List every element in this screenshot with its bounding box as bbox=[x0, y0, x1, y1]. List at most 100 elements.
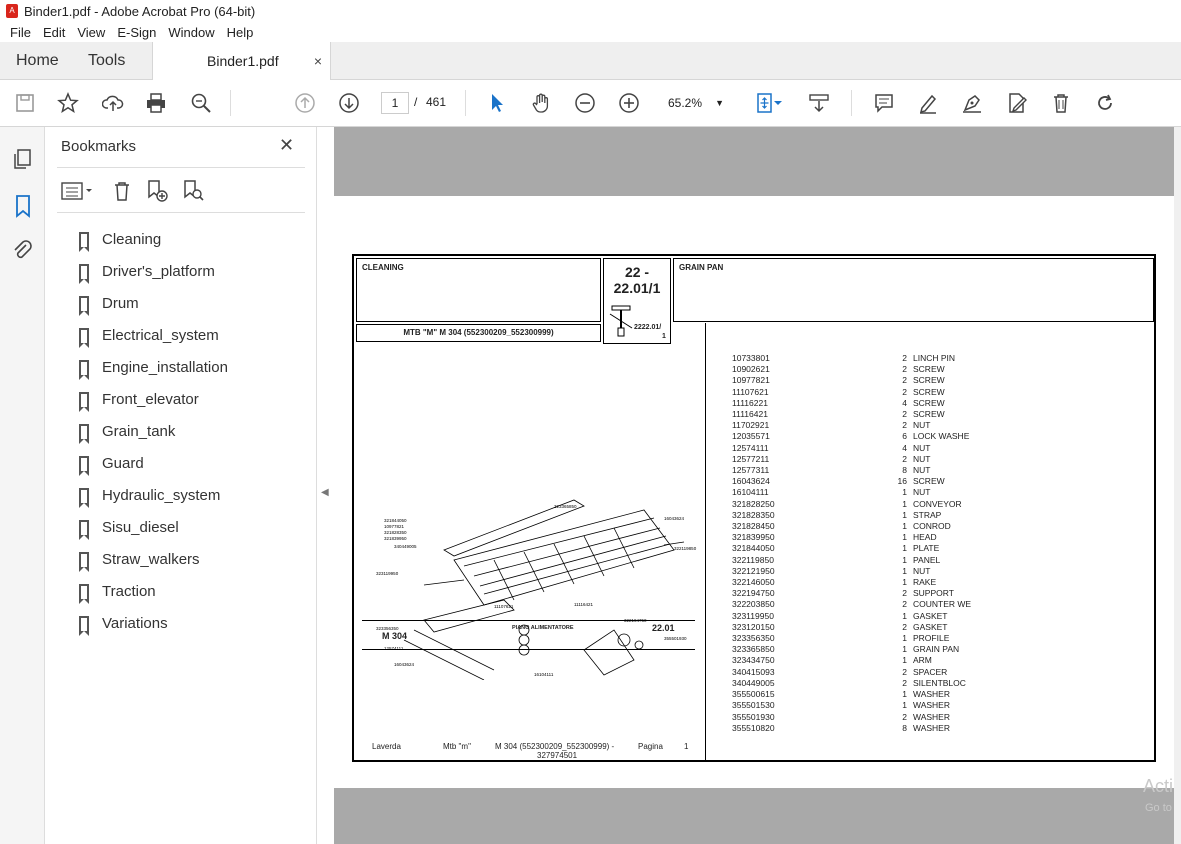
page-number-input[interactable]: 1 bbox=[381, 92, 409, 114]
tab-document[interactable]: Binder1.pdf × bbox=[152, 42, 331, 81]
part-quantity: 2 bbox=[902, 711, 907, 722]
menu-help[interactable]: Help bbox=[221, 25, 260, 40]
part-description: CONVEYOR bbox=[913, 498, 962, 509]
fit-options-chevron-icon[interactable] bbox=[772, 90, 784, 116]
tab-home[interactable]: Home bbox=[16, 42, 59, 80]
bookmark-item[interactable]: Straw_walkers bbox=[75, 543, 305, 575]
part-description: LOCK WASHE bbox=[913, 431, 970, 442]
scroll-mode-icon[interactable] bbox=[806, 90, 832, 116]
part-description: GRAIN PAN bbox=[913, 644, 960, 655]
collapse-panel-icon[interactable]: ◀ bbox=[321, 487, 329, 498]
select-cursor-icon[interactable] bbox=[484, 90, 510, 116]
bookmark-item[interactable]: Variations bbox=[75, 607, 305, 639]
part-number: 323434750 bbox=[732, 655, 775, 666]
print-icon[interactable] bbox=[143, 90, 169, 116]
svg-text:16043624: 16043624 bbox=[394, 662, 415, 667]
bookmark-item[interactable]: Grain_tank bbox=[75, 415, 305, 447]
upload-icon[interactable] bbox=[100, 90, 126, 116]
svg-text:322119850: 322119850 bbox=[674, 546, 697, 551]
zoom-in-icon[interactable] bbox=[616, 90, 642, 116]
footer-page-label: Pagina bbox=[638, 742, 663, 751]
part-number: 355501930 bbox=[732, 711, 775, 722]
bookmark-item[interactable]: Electrical_system bbox=[75, 319, 305, 351]
fill-sign-icon[interactable] bbox=[959, 90, 985, 116]
bookmark-item[interactable]: Traction bbox=[75, 575, 305, 607]
part-number: 321828350 bbox=[732, 509, 775, 520]
part-description: WASHER bbox=[913, 722, 950, 733]
part-quantity: 1 bbox=[902, 700, 907, 711]
parts-row: 10733801 2 LINCH PIN bbox=[732, 353, 971, 364]
menu-file[interactable]: File bbox=[4, 25, 37, 40]
edit-pdf-icon[interactable] bbox=[1004, 90, 1030, 116]
tab-document-label: Binder1.pdf bbox=[207, 53, 279, 69]
menu-window[interactable]: Window bbox=[162, 25, 220, 40]
menu-esign[interactable]: E-Sign bbox=[111, 25, 162, 40]
zoom-out-icon[interactable] bbox=[572, 90, 598, 116]
part-description: PANEL bbox=[913, 554, 941, 565]
bookmark-item[interactable]: Engine_installation bbox=[75, 351, 305, 383]
bookmark-item[interactable]: Cleaning bbox=[75, 223, 305, 255]
parts-row: 322121950 1 NUT bbox=[732, 566, 971, 577]
part-quantity: 1 bbox=[902, 487, 907, 498]
part-quantity: 1 bbox=[902, 554, 907, 565]
bookmark-item[interactable]: Drum bbox=[75, 287, 305, 319]
parts-row: 12035571 6 LOCK WASHE bbox=[732, 431, 971, 442]
menu-edit[interactable]: Edit bbox=[37, 25, 71, 40]
star-icon[interactable] bbox=[55, 90, 81, 116]
part-quantity: 1 bbox=[902, 509, 907, 520]
part-number: 322203850 bbox=[732, 599, 775, 610]
save-icon[interactable] bbox=[12, 90, 38, 116]
parts-row: 11116421 2 SCREW bbox=[732, 409, 971, 420]
close-tab-icon[interactable]: × bbox=[314, 42, 322, 80]
bookmark-item[interactable]: Front_elevator bbox=[75, 383, 305, 415]
search-icon[interactable] bbox=[188, 90, 214, 116]
page-thumbnails-icon[interactable] bbox=[11, 147, 35, 171]
find-bookmark-icon[interactable] bbox=[181, 179, 205, 203]
part-description: RAKE bbox=[913, 577, 937, 588]
document-viewer[interactable]: CLEANING MTB "M" M 304 (552300209_552300… bbox=[334, 127, 1174, 844]
vertical-scrollbar[interactable] bbox=[1174, 127, 1181, 844]
next-page-icon[interactable] bbox=[336, 90, 362, 116]
bookmark-item[interactable]: Sisu_diesel bbox=[75, 511, 305, 543]
attachments-icon[interactable] bbox=[11, 239, 35, 263]
part-description: SUPPORT bbox=[913, 588, 954, 599]
bookmark-item[interactable]: Driver's_platform bbox=[75, 255, 305, 287]
parts-row: 10977821 2 SCREW bbox=[732, 375, 971, 386]
rotate-icon[interactable] bbox=[1092, 90, 1118, 116]
zoom-value: 65.2% bbox=[668, 96, 703, 110]
part-quantity: 2 bbox=[902, 409, 907, 420]
tab-tools[interactable]: Tools bbox=[88, 42, 125, 80]
delete-icon[interactable] bbox=[1048, 90, 1074, 116]
hand-tool-icon[interactable] bbox=[528, 90, 554, 116]
parts-row: 11107621 2 SCREW bbox=[732, 387, 971, 398]
previous-page-icon[interactable] bbox=[292, 90, 318, 116]
close-icon[interactable]: ✕ bbox=[279, 135, 294, 156]
bookmark-item[interactable]: Guard bbox=[75, 447, 305, 479]
bookmark-label: Sisu_diesel bbox=[102, 518, 179, 536]
part-description: NUT bbox=[913, 487, 931, 498]
part-quantity: 2 bbox=[902, 364, 907, 375]
svg-text:321839950: 321839950 bbox=[384, 536, 407, 541]
part-quantity: 2 bbox=[902, 588, 907, 599]
part-description: GASKET bbox=[913, 610, 948, 621]
bookmark-item[interactable]: Hydraulic_system bbox=[75, 479, 305, 511]
part-description: NUT bbox=[913, 465, 931, 476]
delete-bookmark-icon[interactable] bbox=[111, 180, 133, 202]
comment-icon[interactable] bbox=[871, 90, 897, 116]
bookmark-label: Traction bbox=[102, 582, 156, 600]
highlight-pen-icon[interactable] bbox=[915, 90, 941, 116]
part-description: NUT bbox=[913, 420, 931, 431]
part-number: 340415093 bbox=[732, 666, 775, 677]
part-description: CONROD bbox=[913, 521, 951, 532]
part-number: 340449005 bbox=[732, 677, 775, 688]
menu-view[interactable]: View bbox=[71, 25, 111, 40]
part-description: SCREW bbox=[913, 409, 945, 420]
bookmark-options-icon[interactable] bbox=[61, 180, 95, 202]
bookmark-label: Guard bbox=[102, 454, 144, 472]
zoom-select[interactable]: 65.2% ▼ bbox=[660, 92, 730, 114]
new-bookmark-icon[interactable] bbox=[145, 179, 169, 203]
part-description: LINCH PIN bbox=[913, 353, 956, 363]
parts-row: 10902621 2 SCREW bbox=[732, 364, 971, 375]
bookmarks-panel-icon[interactable] bbox=[11, 194, 35, 218]
svg-text:340449005: 340449005 bbox=[394, 544, 417, 549]
